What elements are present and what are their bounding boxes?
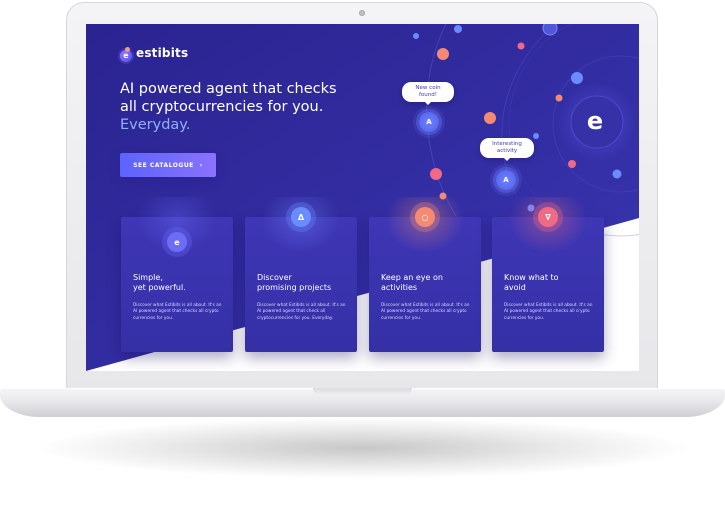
card-title-line: Know what to: [504, 273, 559, 282]
laptop-screen: e estibits AI powered agent that checks …: [86, 24, 639, 371]
chevron-right-icon: ›: [199, 161, 203, 169]
laptop-shadow: [40, 418, 685, 478]
network-dot: [568, 160, 576, 168]
feature-card-discover[interactable]: Δ Discover promising projects Discover w…: [245, 197, 357, 352]
card-title-line: Simple,: [133, 273, 163, 282]
network-dot: [484, 112, 496, 124]
inverted-triangle-icon: ∇: [538, 207, 558, 227]
headline-line-2: all cryptocurrencies for you.: [120, 99, 324, 115]
webcam-icon: [359, 10, 365, 16]
card-body: Discover what Estibits is all about. It'…: [381, 303, 470, 321]
card-title: Keep an eye on activities: [381, 273, 476, 293]
interesting-activity-tooltip: Interesting activity: [480, 138, 534, 161]
card-title-line: avoid: [504, 283, 526, 292]
circle-icon: ○: [415, 207, 435, 227]
card-title-line: Discover: [257, 273, 292, 282]
network-dot: [413, 33, 419, 39]
new-coin-found-tooltip: New coin found!: [402, 82, 454, 105]
brand-logo[interactable]: e estibits: [120, 44, 188, 62]
network-dot: [555, 94, 563, 102]
see-catalogue-label: SEE CATALOGUE: [133, 161, 194, 169]
card-body: Discover what Estibits is all about. It'…: [504, 303, 593, 321]
card-body: Discover what Estibits is all about. It'…: [257, 303, 346, 321]
triangle-icon: Δ: [291, 207, 311, 227]
network-dot: [542, 24, 558, 36]
card-title: Discover promising projects: [257, 273, 352, 293]
card-title-line: promising projects: [257, 283, 332, 292]
headline-line-1: AI powered agent that checks: [120, 81, 337, 97]
network-dot: [454, 25, 462, 33]
card-title: Know what to avoid: [504, 273, 599, 293]
coin-node-icon[interactable]: A: [496, 170, 516, 190]
feature-card-avoid[interactable]: ∇ Know what to avoid Discover what Estib…: [492, 197, 604, 352]
network-dot: [517, 42, 525, 50]
network-dot: [571, 72, 583, 84]
network-dot: [430, 168, 442, 180]
brand-name: estibits: [136, 46, 189, 60]
card-title-line: Keep an eye on: [381, 273, 443, 282]
feature-card-activities[interactable]: ○ Keep an eye on activities Discover wha…: [369, 197, 481, 352]
see-catalogue-button[interactable]: SEE CATALOGUE ›: [120, 153, 216, 177]
laptop-opening-notch: [313, 388, 412, 395]
brand-mark-letter: e: [123, 51, 129, 60]
card-title-line: activities: [381, 283, 418, 292]
network-dot: [612, 169, 622, 179]
estibits-logo-icon: e: [167, 232, 187, 252]
headline-accent: Everyday.: [120, 117, 191, 133]
estibits-logo-icon: e: [120, 47, 132, 62]
feature-card-simple[interactable]: e Simple, yet powerful. Discover what Es…: [121, 197, 233, 352]
estibits-hub-icon: e: [586, 107, 604, 135]
network-dot: [533, 133, 539, 139]
coin-node-symbol: A: [503, 176, 509, 184]
coin-node-icon[interactable]: A: [419, 112, 439, 132]
card-title-line: yet powerful.: [133, 283, 186, 292]
hero-headline: AI powered agent that checks all cryptoc…: [120, 80, 350, 134]
network-dot: [437, 48, 449, 60]
coin-node-symbol: A: [426, 118, 432, 126]
card-body: Discover what Estibits is all about. It'…: [133, 303, 222, 321]
card-title: Simple, yet powerful.: [133, 273, 228, 293]
brand-mark-dot: [125, 47, 130, 52]
